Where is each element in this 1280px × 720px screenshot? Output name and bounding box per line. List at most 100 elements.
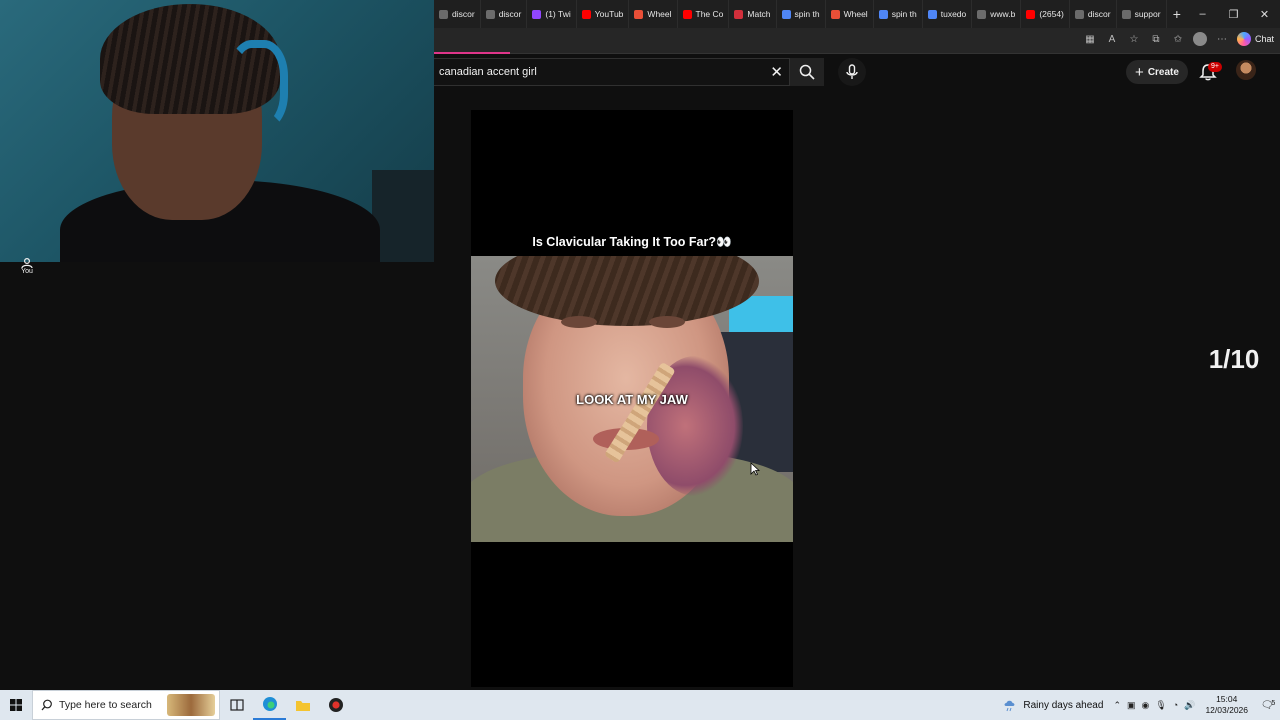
tab-favicon-icon: [485, 9, 495, 19]
short-video-frame: LOOK AT MY JAW: [471, 256, 793, 542]
browser-tab-bar: discor discor (1) Twi YouTub Wheel The Co Matc…: [434, 0, 1280, 28]
window-controls: – ❐ ✕: [1187, 8, 1280, 21]
browser-tab[interactable]: tuxedo: [923, 0, 973, 28]
new-tab-button[interactable]: +: [1167, 6, 1187, 22]
taskbar-clock[interactable]: 15:04 12/03/2026: [1205, 694, 1248, 716]
tab-favicon-icon: [439, 9, 448, 19]
clear-search-button[interactable]: ✕: [770, 63, 783, 81]
youtube-sidebar: [0, 262, 434, 690]
notification-badge: 9+: [1208, 62, 1222, 72]
task-view-icon: [229, 699, 244, 711]
tab-label: discor: [1087, 9, 1111, 19]
create-label: Create: [1147, 66, 1179, 78]
voice-search-button[interactable]: [838, 58, 866, 86]
tab-favicon-icon: [1074, 9, 1084, 19]
create-button[interactable]: + Create: [1126, 60, 1188, 84]
tab-favicon-icon: [682, 9, 692, 19]
notification-center-button[interactable]: 🗨 5: [1256, 700, 1280, 711]
start-button[interactable]: [0, 690, 32, 720]
extensions-icon[interactable]: ⧉: [1149, 32, 1163, 46]
microphone-icon: [846, 64, 858, 79]
taskbar-app-file-explorer[interactable]: [286, 690, 319, 720]
tab-label: The Co: [695, 9, 724, 19]
tab-label: Match: [747, 9, 771, 19]
plus-icon: +: [1135, 63, 1144, 81]
mouse-cursor-icon: [750, 462, 760, 476]
tab-label: www.b: [990, 9, 1016, 19]
weather-widget[interactable]: Rainy days ahead: [1003, 698, 1103, 712]
taskbar-app-obs[interactable]: [319, 690, 352, 720]
browser-toolbar: ▦ A ☆ ⧉ ✩ ⋯ Chat: [434, 28, 1280, 54]
tab-favicon-icon: [830, 9, 840, 19]
tab-label: YouTub: [594, 9, 624, 19]
sidebar-item-you[interactable]: You: [8, 258, 46, 275]
tab-favicon-icon: [734, 9, 744, 19]
browser-tab[interactable]: (1) Twi: [527, 0, 577, 28]
browser-tab[interactable]: (2654): [1021, 0, 1070, 28]
tab-label: discor: [498, 9, 522, 19]
apps-icon[interactable]: ▦: [1083, 32, 1097, 46]
tab-label: discor: [452, 9, 475, 19]
browser-profile-icon[interactable]: [1192, 32, 1207, 46]
browser-tab[interactable]: discor: [1070, 0, 1117, 28]
browser-tab[interactable]: The Co: [678, 0, 730, 28]
browser-tab[interactable]: www.b: [972, 0, 1022, 28]
browser-tab[interactable]: Wheel: [629, 0, 678, 28]
tab-favicon-icon: [927, 9, 937, 19]
tray-app-icon[interactable]: ▣: [1127, 700, 1136, 711]
volume-icon[interactable]: 🔊: [1184, 700, 1195, 711]
taskbar-search-box[interactable]: Type here to search: [32, 690, 220, 720]
tab-label: Wheel: [647, 9, 672, 19]
tab-label: suppor: [1134, 9, 1161, 19]
video-overlay-text: LOOK AT MY JAW: [576, 392, 688, 407]
chat-button[interactable]: Chat: [1236, 32, 1274, 46]
tab-label: (2654): [1039, 9, 1064, 19]
browser-tab[interactable]: Wheel: [826, 0, 874, 28]
close-window-button[interactable]: ✕: [1249, 8, 1280, 21]
tab-favicon-icon: [581, 9, 591, 19]
tab-favicon-icon: [977, 9, 987, 19]
show-hidden-icons-chevron-icon[interactable]: ⌃: [1113, 700, 1121, 711]
browser-tab[interactable]: suppor: [1117, 0, 1167, 28]
tab-favicon-icon: [781, 9, 791, 19]
short-caption: Is Clavicular Taking It Too Far?👀: [532, 235, 732, 249]
browser-tab[interactable]: YouTub: [577, 0, 630, 28]
browser-tab[interactable]: spin th: [874, 0, 923, 28]
recording-app-icon: [328, 698, 343, 712]
browser-tab[interactable]: discor: [434, 0, 481, 28]
tab-label: spin th: [794, 9, 820, 19]
taskbar-search-placeholder: Type here to search: [59, 699, 152, 711]
avatar[interactable]: [1236, 60, 1256, 80]
search-icon: [41, 699, 52, 711]
microphone-tray-icon[interactable]: 🎙: [1155, 700, 1166, 711]
more-options-icon[interactable]: ⋯: [1215, 32, 1229, 46]
tab-favicon-icon: [878, 9, 888, 19]
clock-time: 15:04: [1216, 694, 1238, 704]
search-button[interactable]: [790, 58, 824, 86]
restore-button[interactable]: ❐: [1218, 8, 1249, 21]
weather-text: Rainy days ahead: [1023, 699, 1104, 711]
browser-tab[interactable]: discor: [481, 0, 528, 28]
browser-tab[interactable]: Match: [729, 0, 777, 28]
taskbar-app-edge[interactable]: [253, 690, 286, 720]
tab-label: Wheel: [843, 9, 868, 19]
search-query: canadian accent girl: [439, 66, 537, 78]
system-tray: ⌃ ▣ ◉ 🎙 ◔ 🔊: [1113, 700, 1195, 711]
rain-cloud-icon: [1004, 700, 1015, 712]
tray-network-app-icon[interactable]: ◉: [1142, 700, 1150, 711]
webcam-overlay: [0, 0, 434, 262]
wifi-icon[interactable]: ◔: [1173, 700, 1178, 710]
tab-favicon-icon: [532, 9, 542, 19]
shorts-player[interactable]: Is Clavicular Taking It Too Far?👀 LOOK A…: [471, 110, 793, 687]
browser-tab[interactable]: spin th: [777, 0, 826, 28]
task-view-button[interactable]: [220, 690, 253, 720]
search-input[interactable]: canadian accent girl ✕: [434, 58, 790, 86]
tab-label: (1) Twi: [545, 9, 571, 19]
sidebar-item-label: You: [21, 268, 33, 275]
favorite-star-icon[interactable]: ☆: [1127, 32, 1141, 46]
favorites-icon[interactable]: ✩: [1171, 32, 1185, 46]
read-aloud-icon[interactable]: A: [1105, 32, 1119, 46]
tab-favicon-icon: [1121, 9, 1131, 19]
minimize-button[interactable]: –: [1187, 8, 1218, 21]
search-icon: [799, 64, 815, 80]
